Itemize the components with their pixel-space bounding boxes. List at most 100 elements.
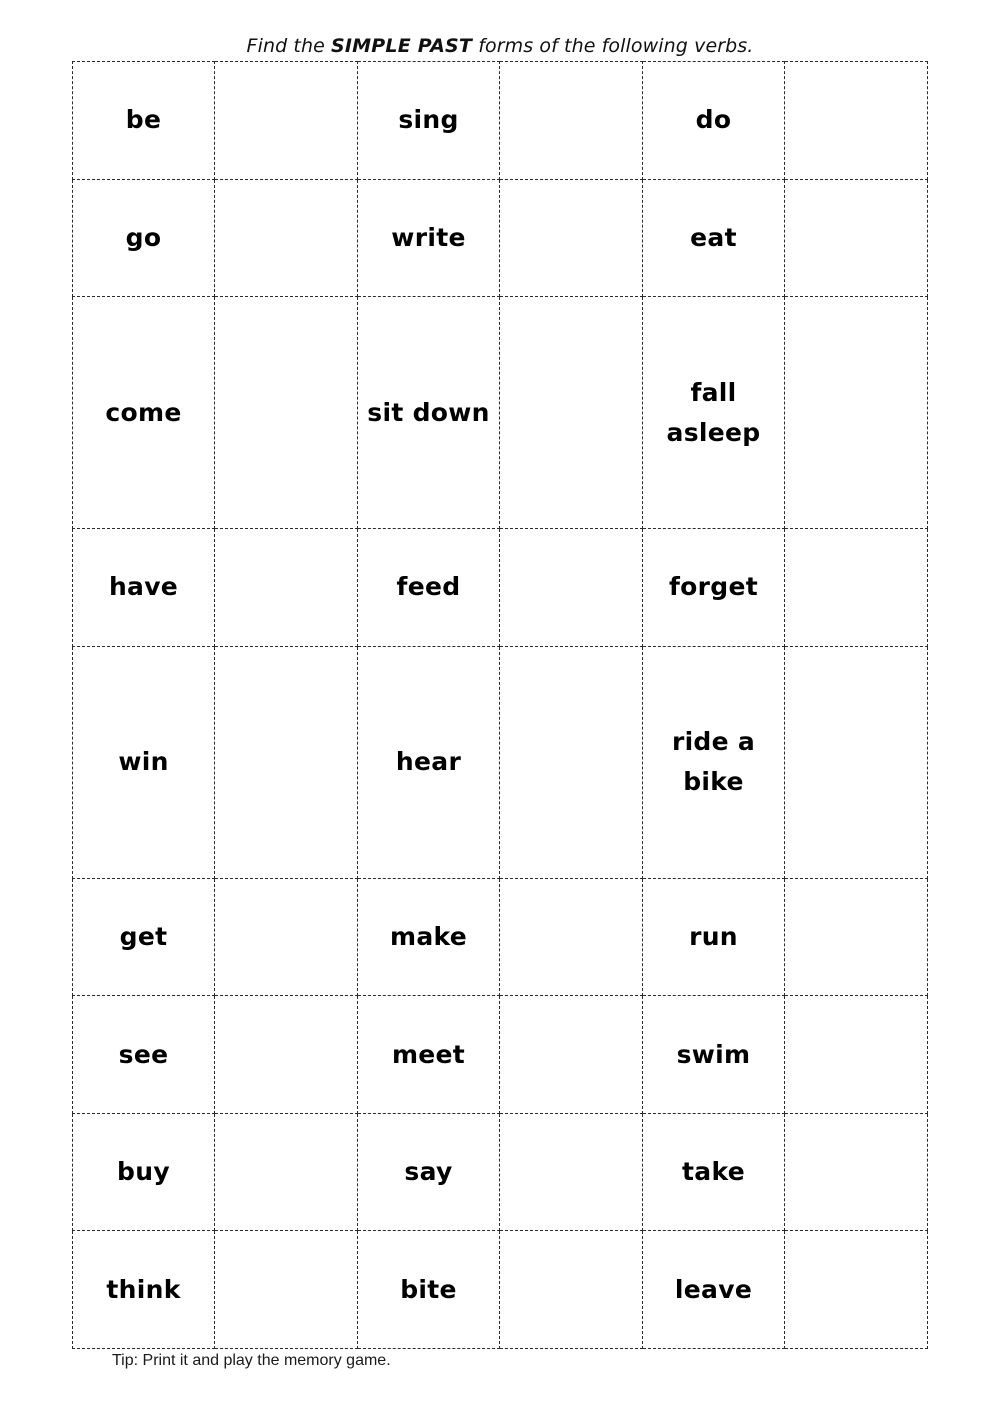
answer-cell[interactable] — [784, 995, 928, 1114]
verb-cell: be — [72, 61, 215, 180]
answer-cell[interactable] — [784, 645, 928, 879]
answer-input[interactable] — [785, 100, 927, 140]
answer-cell[interactable] — [784, 528, 928, 647]
answer-input[interactable] — [500, 393, 642, 433]
verb-cell: buy — [72, 1112, 215, 1232]
verb-label: sing — [398, 105, 459, 135]
verb-label: write — [391, 222, 466, 252]
answer-cell[interactable] — [214, 296, 358, 530]
answer-input[interactable] — [215, 1152, 357, 1192]
title-prefix: Find the — [246, 35, 332, 57]
verb-label: buy — [117, 1157, 170, 1187]
verb-label: make — [389, 922, 468, 952]
table-row: come sit down fall asleep — [72, 296, 928, 530]
answer-input[interactable] — [500, 917, 642, 957]
verb-label: eat — [690, 222, 737, 252]
answer-cell[interactable] — [499, 178, 643, 298]
verb-cell: leave — [642, 1230, 785, 1349]
answer-cell[interactable] — [784, 178, 928, 298]
verb-cell: eat — [642, 178, 785, 298]
answer-cell[interactable] — [499, 877, 643, 997]
answer-cell[interactable] — [214, 528, 358, 647]
answer-input[interactable] — [500, 100, 642, 140]
verb-cell: say — [357, 1112, 500, 1232]
answer-cell[interactable] — [784, 61, 928, 180]
table-row: be sing do — [72, 61, 928, 180]
answer-input[interactable] — [215, 218, 357, 258]
answer-input[interactable] — [500, 567, 642, 607]
answer-cell[interactable] — [214, 995, 358, 1114]
answer-input[interactable] — [500, 1270, 642, 1310]
answer-input[interactable] — [785, 742, 927, 782]
answer-input[interactable] — [785, 1035, 927, 1075]
answer-input[interactable] — [785, 1152, 927, 1192]
answer-input[interactable] — [215, 742, 357, 782]
answer-cell[interactable] — [784, 296, 928, 530]
verb-cell: feed — [357, 528, 500, 647]
verb-cell: forget — [642, 528, 785, 647]
verb-cell: meet — [357, 995, 500, 1114]
answer-input[interactable] — [500, 218, 642, 258]
answer-cell[interactable] — [784, 1230, 928, 1349]
verb-label: leave — [674, 1274, 753, 1304]
answer-cell[interactable] — [499, 528, 643, 647]
verb-label: forget — [669, 572, 758, 602]
answer-cell[interactable] — [214, 61, 358, 180]
answer-input[interactable] — [215, 567, 357, 607]
answer-input[interactable] — [785, 917, 927, 957]
table-row: buy say take — [72, 1112, 928, 1232]
verb-cell: fall asleep — [642, 296, 785, 530]
answer-input[interactable] — [215, 100, 357, 140]
answer-cell[interactable] — [214, 877, 358, 997]
verb-cell: win — [72, 645, 215, 879]
answer-input[interactable] — [215, 917, 357, 957]
answer-cell[interactable] — [499, 1230, 643, 1349]
verb-label: ride a bike — [671, 727, 756, 797]
verb-cell: swim — [642, 995, 785, 1114]
verb-label: take — [682, 1157, 745, 1187]
title-emphasis: SIMPLE PAST — [331, 35, 473, 57]
table-row: win hear ride a bike — [72, 645, 928, 879]
answer-cell[interactable] — [214, 645, 358, 879]
answer-cell[interactable] — [214, 178, 358, 298]
answer-input[interactable] — [785, 567, 927, 607]
answer-input[interactable] — [500, 1035, 642, 1075]
verb-label: feed — [396, 572, 461, 602]
answer-cell[interactable] — [214, 1112, 358, 1232]
answer-input[interactable] — [500, 742, 642, 782]
verb-label: get — [119, 922, 168, 952]
table-row: have feed forget — [72, 528, 928, 647]
answer-input[interactable] — [785, 393, 927, 433]
verb-cell: do — [642, 61, 785, 180]
answer-cell[interactable] — [499, 1112, 643, 1232]
verb-label: go — [125, 222, 162, 252]
table-row: see meet swim — [72, 995, 928, 1114]
verb-cell: ride a bike — [642, 645, 785, 879]
answer-input[interactable] — [785, 218, 927, 258]
answer-cell[interactable] — [499, 995, 643, 1114]
verb-label: fall asleep — [666, 377, 761, 447]
verb-cell: make — [357, 877, 500, 997]
answer-input[interactable] — [215, 1035, 357, 1075]
verb-cell: see — [72, 995, 215, 1114]
verb-label: sit down — [367, 397, 490, 427]
title-suffix: forms of the following verbs. — [472, 35, 754, 57]
table-row: get make run — [72, 877, 928, 997]
answer-cell[interactable] — [499, 645, 643, 879]
answer-cell[interactable] — [784, 877, 928, 997]
verb-cell: come — [72, 296, 215, 530]
verb-cell: think — [72, 1230, 215, 1349]
worksheet-page: Find the SIMPLE PAST forms of the follow… — [0, 0, 1000, 1413]
answer-cell[interactable] — [499, 61, 643, 180]
verb-label: run — [689, 922, 738, 952]
verb-cell: run — [642, 877, 785, 997]
answer-input[interactable] — [785, 1270, 927, 1310]
answer-input[interactable] — [215, 393, 357, 433]
answer-input[interactable] — [500, 1152, 642, 1192]
verb-cell: take — [642, 1112, 785, 1232]
answer-input[interactable] — [215, 1270, 357, 1310]
answer-cell[interactable] — [784, 1112, 928, 1232]
verb-label: have — [108, 572, 179, 602]
answer-cell[interactable] — [499, 296, 643, 530]
answer-cell[interactable] — [214, 1230, 358, 1349]
